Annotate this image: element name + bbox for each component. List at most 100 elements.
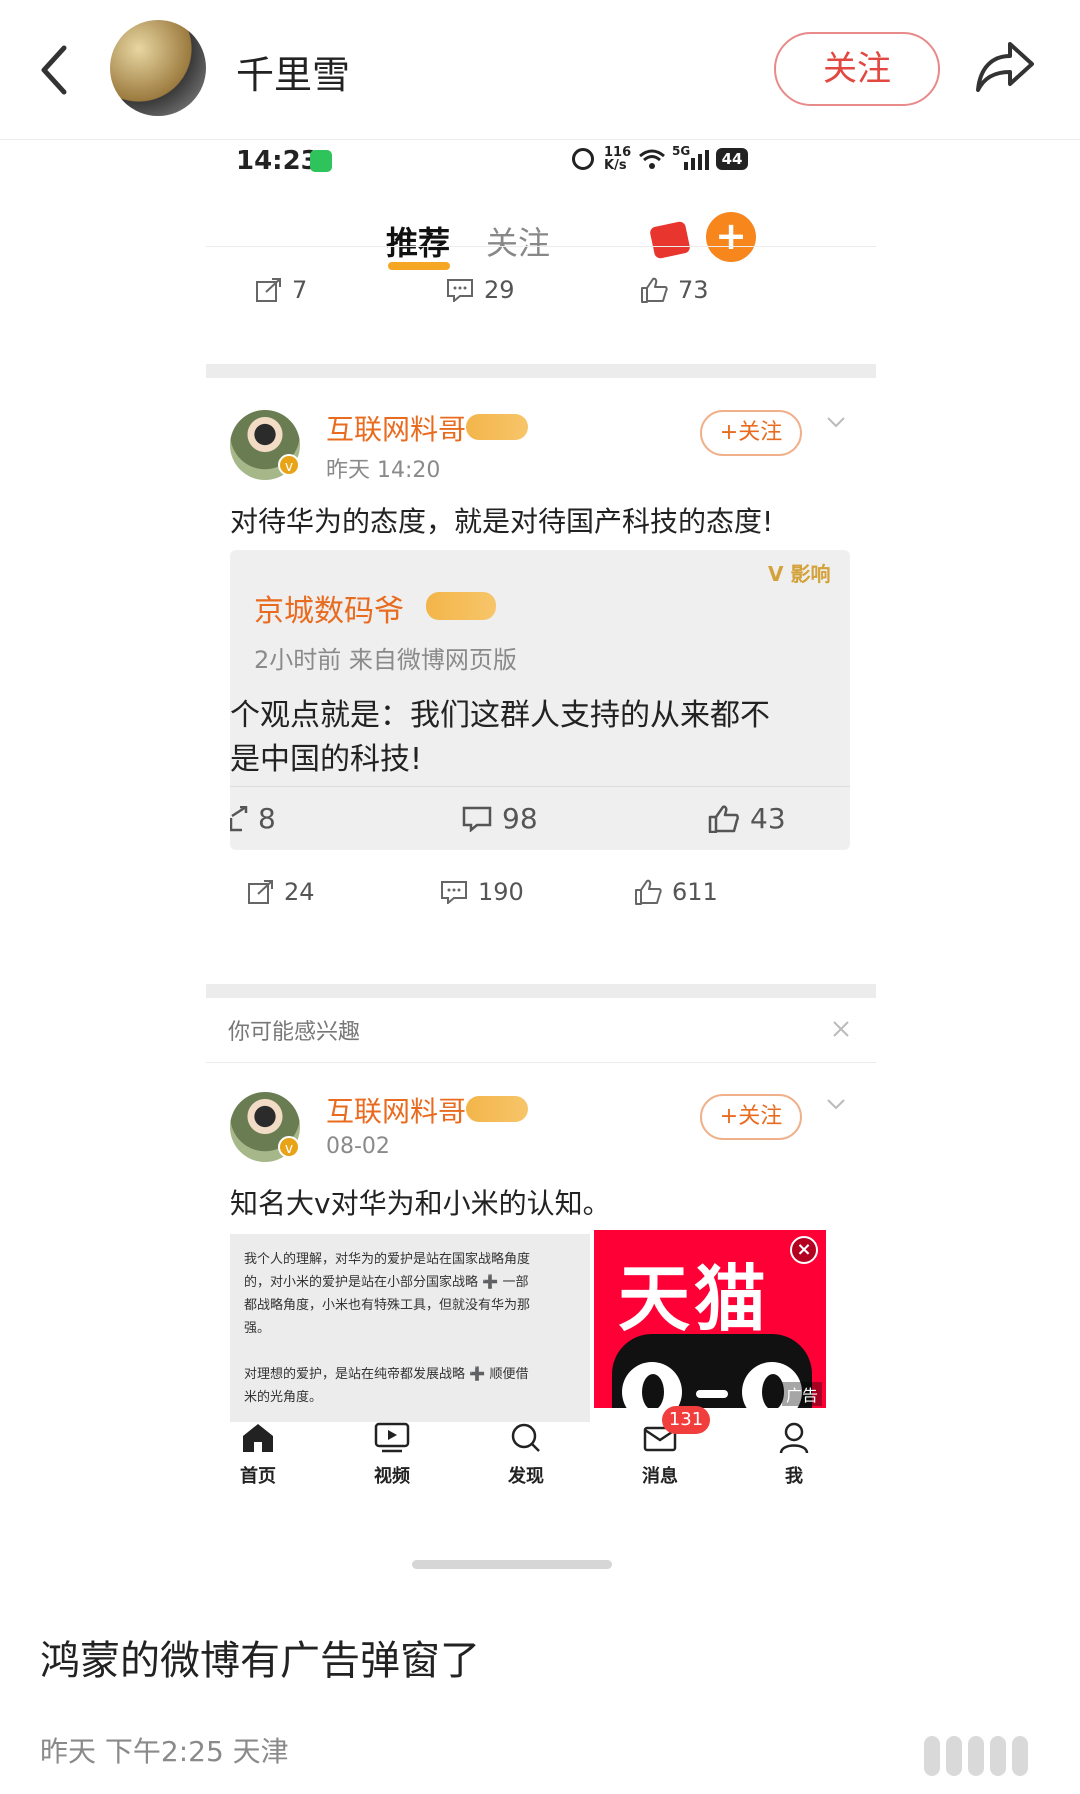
- post1-repost-action[interactable]: 24: [248, 878, 315, 906]
- post2-text: 知名大v对华为和小米的认知。: [230, 1187, 611, 1220]
- post2-username[interactable]: 互联网料哥: [326, 1090, 466, 1130]
- network-speed: 116 K/s: [604, 145, 632, 173]
- member-crown-badge-icon: [466, 414, 528, 440]
- nav-video[interactable]: 视频: [352, 1422, 432, 1488]
- quote-text-line-1: 个观点就是：我们这群人支持的从来都不: [230, 698, 770, 733]
- nav-discover[interactable]: 发现: [486, 1422, 566, 1488]
- prev-comment-action[interactable]: 29: [446, 276, 515, 304]
- corner-logo: V 影响: [768, 562, 831, 586]
- recommend-header: 你可能感兴趣: [228, 1020, 361, 1045]
- ad-tag: 广告: [782, 1382, 823, 1406]
- quote-username[interactable]: 京城数码爷: [254, 586, 404, 630]
- home-icon: [243, 1424, 273, 1452]
- image-text-line: 对理想的爱护，是站在纯帝都发展战略 ➕ 顺便借: [244, 1367, 529, 1382]
- video-icon: [374, 1422, 410, 1453]
- quote-like-count: 43: [750, 802, 786, 835]
- image-text-line: 的，对小米的爱护是站在小部分国家战略 ➕ 一部: [244, 1275, 529, 1290]
- post-meta: 昨天 下午2:25 天津: [40, 1735, 289, 1768]
- share-icon[interactable]: [974, 38, 1036, 96]
- post1-repost-count: 24: [284, 878, 315, 906]
- back-arrow-icon[interactable]: [36, 42, 72, 98]
- wifi-icon: [639, 149, 665, 169]
- quoted-post[interactable]: 京城数码爷 V 影响 2小时前 来自微博网页版 个观点就是：我们这群人支持的从来…: [230, 550, 850, 850]
- follow-button[interactable]: 关注: [774, 32, 940, 106]
- quote-member-badge-icon: [426, 592, 496, 620]
- nav-label: 首页: [240, 1466, 276, 1487]
- quote-comment-count: 98: [502, 802, 538, 835]
- compose-plus-icon[interactable]: +: [706, 212, 756, 262]
- quote-like-action[interactable]: 43: [708, 802, 786, 835]
- image-text-line: 都战略角度，小米也有特殊工具，但就没有华为那: [244, 1298, 531, 1313]
- nav-label: 发现: [508, 1466, 544, 1487]
- image-text-line: 强。: [244, 1321, 271, 1336]
- prev-repost-action[interactable]: 7: [256, 276, 307, 304]
- like-icon: [708, 805, 739, 833]
- post1-like-count: 611: [672, 878, 718, 906]
- quote-comment-action[interactable]: 98: [462, 802, 538, 835]
- nav-me[interactable]: 我: [754, 1422, 834, 1488]
- ad-close-icon[interactable]: ×: [790, 1236, 818, 1264]
- close-icon[interactable]: [832, 1020, 850, 1038]
- image-text-line: 我个人的理解，对华为的爱护是站在国家战略角度: [244, 1252, 531, 1267]
- search-icon: [511, 1423, 540, 1452]
- post1-follow-button[interactable]: +关注: [700, 410, 802, 456]
- prev-like-count: 73: [678, 276, 709, 304]
- embedded-screenshot: 14:23 116 K/s 5G 44 推荐 关注 + 7 29 73 v 互联…: [206, 140, 876, 1580]
- quote-repost-action[interactable]: 8: [230, 802, 276, 835]
- battery-icon: 44: [716, 148, 748, 170]
- nav-home[interactable]: 首页: [218, 1422, 298, 1488]
- post1-username[interactable]: 互联网料哥: [326, 408, 466, 448]
- section-gap: [206, 364, 876, 378]
- section-gap-2: [206, 984, 876, 998]
- red-packet-icon[interactable]: [649, 220, 691, 260]
- post1-like-action[interactable]: 611: [634, 878, 718, 906]
- chevron-down-icon[interactable]: [826, 412, 846, 432]
- comment-icon: [441, 881, 467, 904]
- repost-icon: [230, 805, 248, 831]
- post2-image[interactable]: 我个人的理解，对华为的爱护是站在国家战略角度 的，对小米的爱护是站在小部分国家战…: [230, 1234, 590, 1422]
- post2-image-text: 我个人的理解，对华为的爱护是站在国家战略角度 的，对小米的爱护是站在小部分国家战…: [244, 1248, 530, 1409]
- tabs-divider: [206, 246, 876, 247]
- ad-brand: 天猫: [618, 1257, 771, 1341]
- watermark-icon: [924, 1736, 1058, 1780]
- nav-label: 消息: [642, 1466, 678, 1487]
- author-name[interactable]: 千里雪: [236, 44, 350, 99]
- tab-following[interactable]: 关注: [486, 218, 550, 264]
- bottom-nav: 首页 视频 发现 消息 131 我: [206, 1406, 876, 1542]
- quote-meta: 2小时前 来自微博网页版: [254, 646, 517, 674]
- repost-icon: [256, 278, 281, 302]
- tab-recommend[interactable]: 推荐: [386, 218, 450, 264]
- comment-icon: [447, 279, 473, 302]
- signal-bars-icon: [684, 150, 709, 170]
- quote-repost-count: 8: [258, 802, 276, 835]
- weibo-post-detail-page: 千里雪 关注 14:23 116 K/s 5G 44 推荐 关注 + 7 29 …: [0, 0, 1080, 1794]
- author-avatar[interactable]: [110, 20, 206, 116]
- recommend-divider: [206, 1062, 876, 1063]
- prev-comment-count: 29: [484, 276, 515, 304]
- post1-comment-action[interactable]: 190: [440, 878, 524, 906]
- member-crown-badge-icon: [466, 1096, 528, 1122]
- status-time: 14:23: [236, 146, 319, 176]
- quote-text-line-2: 是中国的科技!: [230, 742, 423, 777]
- chevron-down-icon[interactable]: [826, 1094, 846, 1114]
- post1-text: 对待华为的态度，就是对待国产科技的态度!: [230, 505, 774, 538]
- repost-icon: [248, 880, 273, 904]
- comment-icon: [462, 806, 492, 832]
- prev-repost-count: 7: [292, 276, 308, 304]
- post1-time: 昨天 14:20: [326, 458, 441, 483]
- tmall-ad-popup[interactable]: 天猫 × 广告: [594, 1230, 826, 1408]
- nav-label: 我: [785, 1466, 803, 1487]
- home-indicator: [412, 1560, 612, 1569]
- nav-messages[interactable]: 消息 131: [620, 1406, 710, 1488]
- prev-like-action[interactable]: 73: [640, 276, 709, 304]
- post2-follow-button[interactable]: +关注: [700, 1094, 802, 1140]
- feed-tabs: 推荐 关注 +: [206, 212, 876, 278]
- post1-comment-count: 190: [478, 878, 524, 906]
- active-tab-indicator: [388, 262, 450, 270]
- quote-divider: [230, 786, 850, 787]
- verified-badge-icon: v: [278, 1136, 300, 1158]
- wechat-icon: [310, 150, 332, 172]
- image-text-line: 米的光角度。: [244, 1390, 323, 1405]
- alarm-icon: [572, 148, 594, 170]
- like-icon: [641, 277, 668, 303]
